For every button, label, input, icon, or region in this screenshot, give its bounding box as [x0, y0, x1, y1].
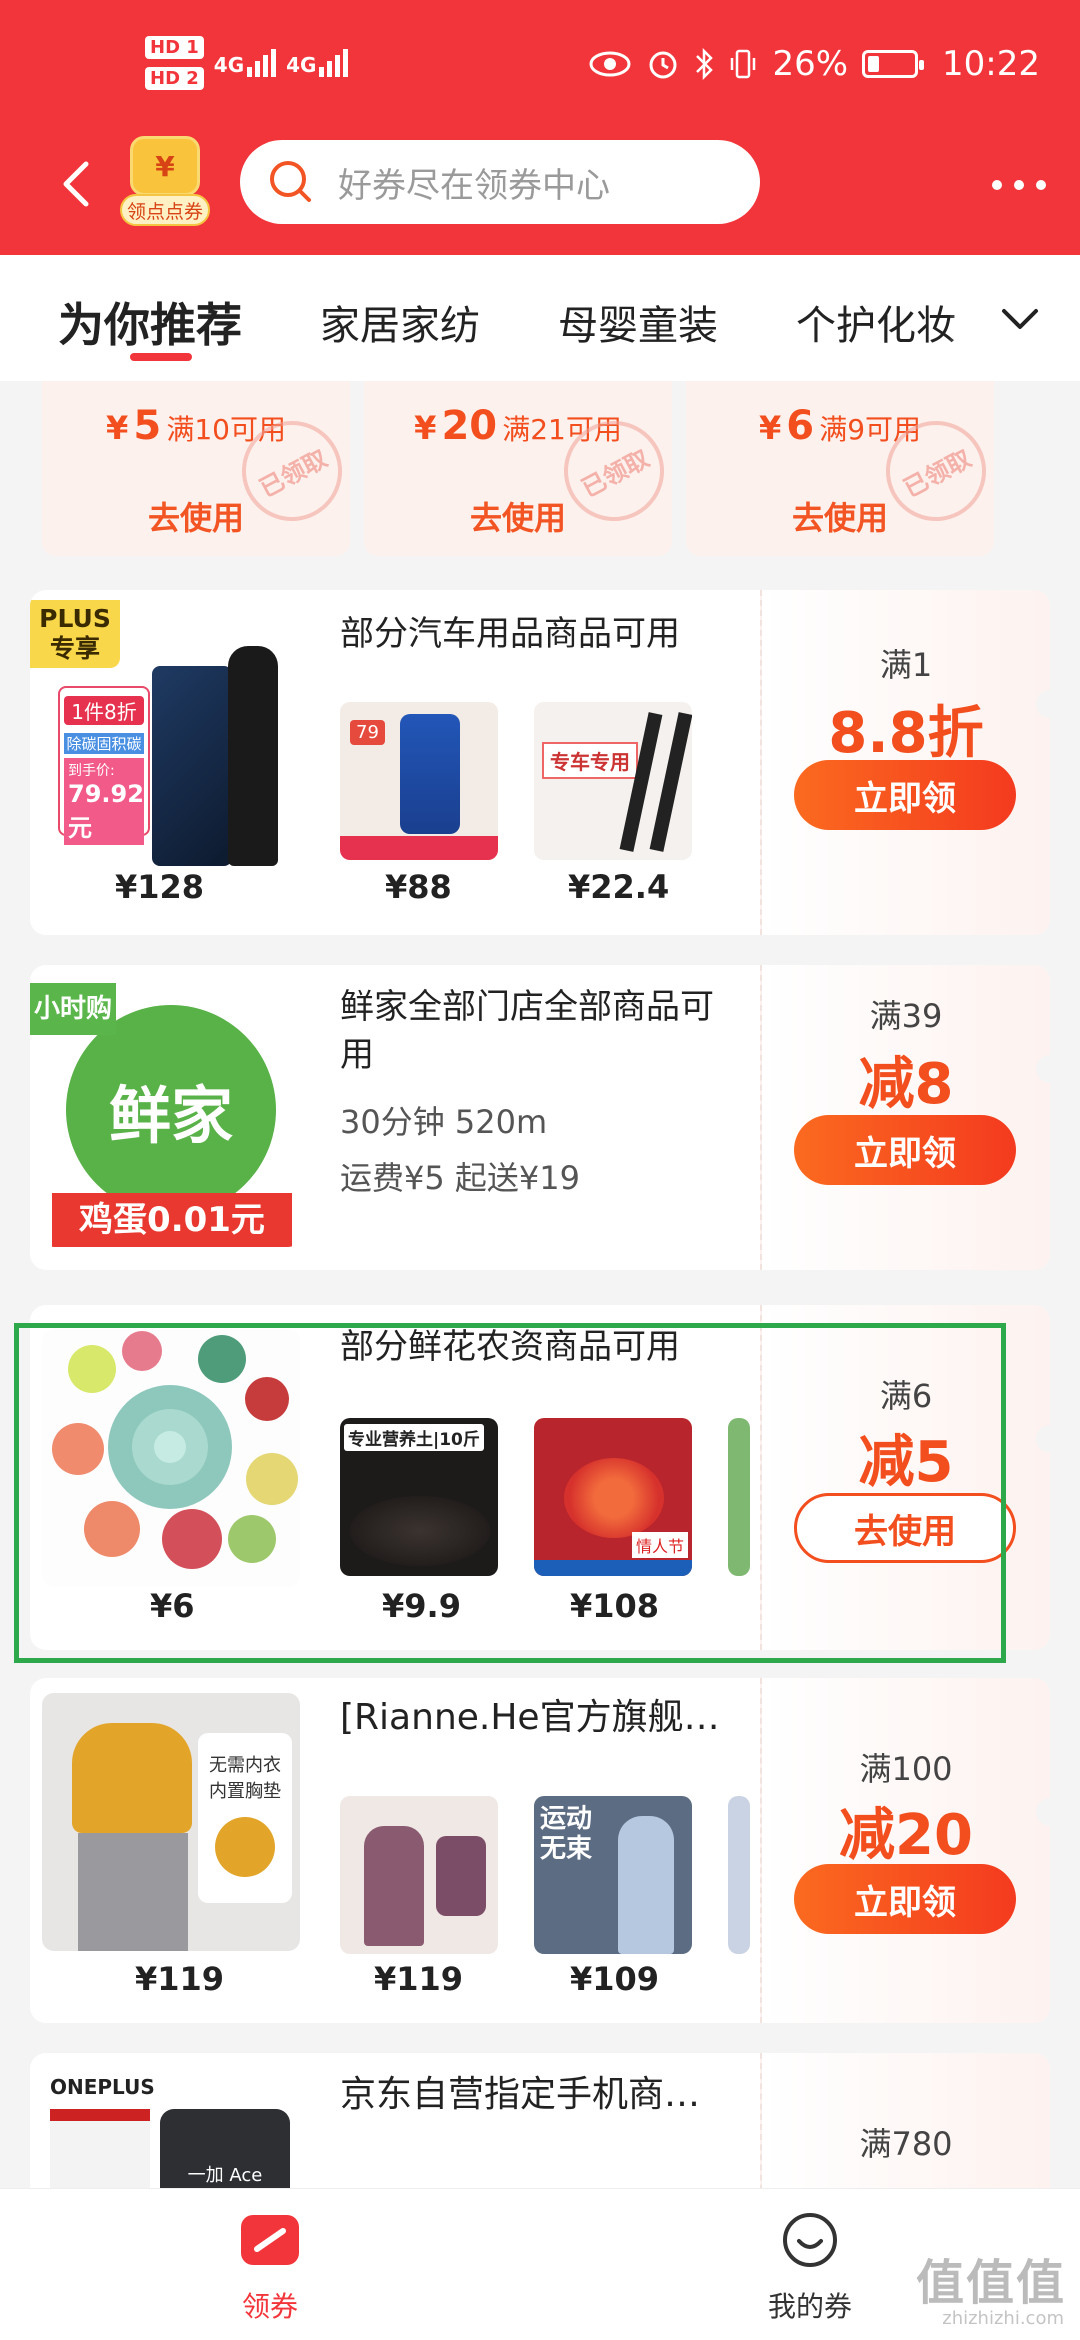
- points-coupon-badge[interactable]: ¥ 领点点券: [120, 136, 210, 228]
- search-icon: [270, 161, 311, 202]
- badge-label: 领点点券: [120, 194, 210, 226]
- nav-coupons[interactable]: 领券: [170, 2189, 370, 2340]
- status-bar: HD 1 HD 2 4G 4G 26% 10:22: [0, 0, 1080, 130]
- mini-coupon[interactable]: ¥ 6 满9可用 已领取 去使用: [686, 381, 994, 556]
- vibrate-icon: [731, 49, 756, 79]
- signal-icon: 4G: [213, 49, 277, 77]
- eye-icon: [589, 51, 631, 77]
- coupon-value: 减8: [858, 1052, 954, 1117]
- bluetooth-icon: [696, 47, 714, 81]
- watermark-url: zhizhizhi.com: [942, 2308, 1064, 2329]
- coupon-card[interactable]: 1件8折 除碳固积碳 到手价: 79.92 元 PLUS 专享 部分汽车用品商品可…: [30, 590, 1050, 935]
- watermark: 值值值: [915, 2255, 1066, 2311]
- back-arrow-icon[interactable]: [56, 154, 96, 214]
- price-label: ¥88: [385, 868, 452, 906]
- tab-recommend[interactable]: 为你推荐: [58, 289, 242, 355]
- nav-my-coupons[interactable]: 我的券: [710, 2189, 910, 2340]
- tab-home-textile[interactable]: 家居家纺: [320, 293, 480, 351]
- nav-label: 我的券: [767, 2290, 852, 2323]
- coin-icon: ¥: [130, 136, 200, 196]
- product-thumb[interactable]: 79: [340, 702, 498, 860]
- mini-coupon[interactable]: ¥ 20 满21可用 已领取 去使用: [364, 381, 672, 556]
- product-image[interactable]: 无需内衣 内置胸垫: [42, 1693, 300, 1951]
- use-button[interactable]: 去使用: [686, 493, 994, 539]
- clock: 10:22: [942, 44, 1040, 84]
- network-label: 4G: [286, 53, 317, 77]
- coupon-title: [Rianne.He官方旗舰…: [340, 1697, 720, 1738]
- coupon-condition: 满780: [859, 2125, 953, 2163]
- coupon-value: 减20: [839, 1803, 973, 1868]
- alarm-icon: [649, 51, 677, 79]
- product-thumb[interactable]: [728, 1796, 750, 1954]
- tab-underline: [130, 353, 192, 361]
- price-label: ¥128: [115, 868, 205, 906]
- price-label: ¥119: [135, 1960, 225, 1998]
- tab-personal-care[interactable]: 个护化妆: [796, 293, 956, 351]
- coupon-condition: 满1: [879, 646, 933, 684]
- fee-info: 运费¥5 起送¥19: [340, 1159, 580, 1197]
- chevron-down-icon[interactable]: [1000, 305, 1040, 333]
- smile-icon: [783, 2213, 837, 2267]
- highlight-frame: [14, 1323, 1006, 1663]
- battery-percent: 26%: [772, 44, 849, 84]
- price-label: ¥22.4: [568, 868, 670, 906]
- plus-exclusive-tag: PLUS 专享: [30, 600, 120, 668]
- claim-button[interactable]: 立即领: [794, 1115, 1016, 1185]
- more-icon[interactable]: [992, 180, 1046, 190]
- header: ¥ 领点点券 好券尽在领券中心: [0, 130, 1080, 255]
- search-placeholder: 好券尽在领券中心: [338, 165, 610, 206]
- delivery-info: 30分钟 520m: [340, 1103, 548, 1141]
- coupon-title: 鲜家全部门店全部商品可用: [340, 987, 714, 1075]
- category-tabs: 为你推荐 家居家纺 母婴童装 个护化妆: [0, 255, 1080, 381]
- search-input[interactable]: 好券尽在领券中心: [240, 140, 760, 224]
- signal-icon: 4G: [286, 49, 349, 77]
- signal-indicators: HD 1 HD 2 4G 4G: [145, 36, 349, 90]
- product-thumb[interactable]: [340, 1796, 498, 1954]
- coupon-icon: [241, 2215, 299, 2265]
- hd1-badge: HD 1: [145, 36, 204, 59]
- nav-label: 领券: [241, 2290, 298, 2323]
- coupon-title: 京东自营指定手机商…: [340, 2074, 701, 2115]
- tab-mother-baby[interactable]: 母婴童装: [558, 293, 718, 351]
- coupon-card[interactable]: 无需内衣 内置胸垫 [Rianne.He官方旗舰… 运动 无束 ¥119 ¥11…: [30, 1678, 1050, 2023]
- hourly-delivery-tag: 小时购: [30, 983, 116, 1035]
- claim-button[interactable]: 立即领: [794, 760, 1016, 830]
- price-label: ¥109: [570, 1960, 660, 1998]
- price-label: ¥119: [374, 1960, 464, 1998]
- use-button[interactable]: 去使用: [364, 493, 672, 539]
- coupon-card[interactable]: 鲜家 鸡蛋0.01元 小时购 鲜家全部门店全部商品可用 30分钟 520m 运费…: [30, 965, 1050, 1270]
- product-thumb[interactable]: 运动 无束: [534, 1796, 692, 1954]
- coupon-condition: 满100: [859, 1750, 953, 1788]
- network-label: 4G: [213, 53, 245, 77]
- mini-coupon[interactable]: ¥ 5 满10可用 已领取 去使用: [42, 381, 350, 556]
- coupon-condition: 满39: [869, 997, 943, 1035]
- status-icons: 26% 10:22: [588, 44, 1040, 84]
- use-button[interactable]: 去使用: [42, 493, 350, 539]
- coupon-title: 部分汽车用品商品可用: [340, 614, 680, 654]
- claim-button[interactable]: 立即领: [794, 1864, 1016, 1934]
- battery-icon: [862, 50, 925, 78]
- product-thumb[interactable]: 专车专用: [534, 702, 692, 860]
- hd2-badge: HD 2: [145, 67, 204, 90]
- coupon-value: 8.8折: [828, 701, 984, 766]
